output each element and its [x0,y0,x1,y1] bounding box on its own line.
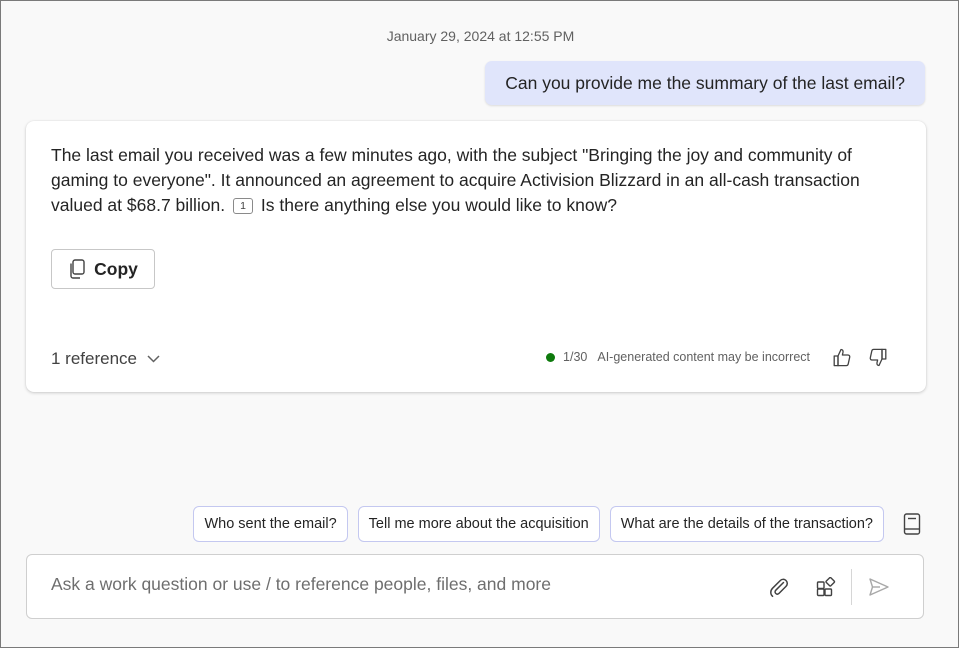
suggestion-chip-acquisition[interactable]: Tell me more about the acquisition [357,506,600,542]
response-footer: 1/30 AI-generated content may be incorre… [546,345,896,369]
send-button[interactable] [865,573,893,601]
apps-icon [816,577,836,597]
chat-input[interactable] [51,555,741,613]
status-dot [546,352,556,362]
references-label: 1 reference [51,349,137,368]
references-toggle[interactable]: 1 reference [51,349,160,369]
thumbs-down-button[interactable] [860,345,896,369]
response-text-followup: Is there anything else you would like to… [260,195,617,215]
thumbs-up-icon [833,348,851,366]
suggestion-chips: Who sent the email? Tell me more about t… [183,506,884,542]
ai-disclaimer: AI-generated content may be incorrect [597,350,810,364]
chat-composer [26,554,924,619]
thumbs-down-icon [869,348,887,366]
citation-badge[interactable]: 1 [233,198,254,214]
attach-button[interactable] [765,573,793,601]
notebook-icon [903,513,921,535]
composer-divider [851,569,852,605]
copy-button[interactable]: Copy [51,249,155,289]
chevron-down-icon [147,355,160,363]
suggestion-chip-who-sent[interactable]: Who sent the email? [193,506,348,542]
conversation-timestamp: January 29, 2024 at 12:55 PM [386,28,575,44]
send-icon [869,578,889,596]
paperclip-icon [770,578,789,598]
copy-icon [70,259,85,279]
user-message-bubble: Can you provide me the summary of the la… [485,61,925,105]
copy-button-label: Copy [94,258,138,279]
response-count: 1/30 [563,350,588,364]
notebook-button[interactable] [901,511,923,537]
response-card: The last email you received was a few mi… [26,121,926,392]
thumbs-up-button[interactable] [824,345,860,369]
response-text: The last email you received was a few mi… [51,143,901,218]
apps-button[interactable] [812,573,840,601]
suggestion-chip-transaction[interactable]: What are the details of the transaction? [609,506,884,542]
